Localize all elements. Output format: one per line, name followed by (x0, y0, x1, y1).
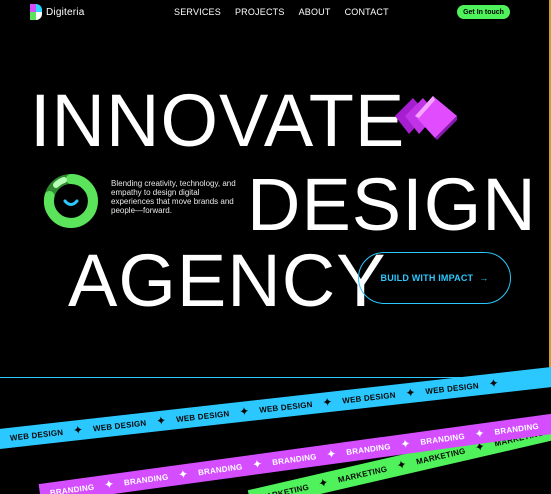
nav-link-contact[interactable]: CONTACT (345, 7, 389, 17)
build-with-impact-label: BUILD WITH IMPACT (380, 273, 474, 283)
nav-link-about[interactable]: ABOUT (299, 7, 331, 17)
ribbon-word: WEB DESIGN (175, 408, 230, 424)
sparkle-icon: ✦ (103, 476, 116, 493)
nav-link-services[interactable]: SERVICES (174, 7, 221, 17)
ribbon-word: WEB DESIGN (341, 390, 397, 405)
sparkle-icon: ✦ (473, 426, 486, 442)
sparkle-icon: ✦ (238, 403, 251, 419)
get-in-touch-button[interactable]: Get In touch (457, 5, 510, 19)
logo-icon (30, 4, 42, 20)
cube-3d-icon (395, 96, 457, 140)
sparkle-icon: ✦ (316, 475, 330, 492)
hero-title-line-3: AGENCY (68, 239, 387, 322)
sparkle-icon: ✦ (404, 385, 417, 401)
sparkle-icon: ✦ (155, 413, 167, 429)
sparkle-icon: ✦ (395, 457, 409, 473)
nav-links: SERVICES PROJECTS ABOUT CONTACT (174, 7, 389, 17)
sparkle-icon: ✦ (487, 375, 500, 392)
sparkle-icon: ✦ (72, 422, 84, 438)
ribbon-word: MARKETING (258, 482, 310, 494)
ribbon-word: BRANDING (419, 431, 466, 447)
nav-link-projects[interactable]: PROJECTS (235, 7, 285, 17)
sparkle-icon: ✦ (177, 466, 190, 483)
top-nav: Digiteria SERVICES PROJECTS ABOUT CONTAC… (0, 0, 551, 24)
ribbon-word: WEB DESIGN (92, 417, 147, 433)
ribbon-word: BRANDING (271, 451, 318, 467)
arrow-right-icon: → (479, 273, 489, 283)
hero-blurb: Blending creativity, technology, and emp… (111, 179, 236, 215)
ribbon-word: BRANDING (197, 461, 244, 477)
page: Digiteria SERVICES PROJECTS ABOUT CONTAC… (0, 0, 551, 494)
sparkle-icon: ✦ (399, 436, 412, 452)
hero-title-line-1: INNOVATE (30, 79, 406, 162)
ribbon-word: BRANDING (49, 482, 95, 494)
sparkle-icon: ✦ (321, 394, 334, 410)
ribbon-word: BRANDING (493, 421, 540, 437)
sparkle-icon: ✦ (0, 432, 1, 447)
brand-name: Digiteria (46, 6, 85, 18)
ribbon-word: BRANDING (345, 441, 392, 457)
spinner-ring-icon (43, 174, 98, 228)
sparkle-icon: ✦ (251, 456, 264, 472)
sparkle-icon: ✦ (325, 446, 338, 462)
build-with-impact-button[interactable]: BUILD WITH IMPACT → (358, 252, 511, 304)
ribbon-word: WEB DESIGN (9, 427, 64, 443)
ribbon-word: MARKETING (336, 463, 388, 485)
ribbon-word: WEB DESIGN (258, 399, 313, 415)
ribbon-word: BRANDING (123, 471, 169, 487)
brand-logo[interactable]: Digiteria (30, 4, 84, 20)
hero-title-line-2: DESIGN (247, 163, 537, 246)
ribbon-word: WEB DESIGN (424, 380, 480, 396)
